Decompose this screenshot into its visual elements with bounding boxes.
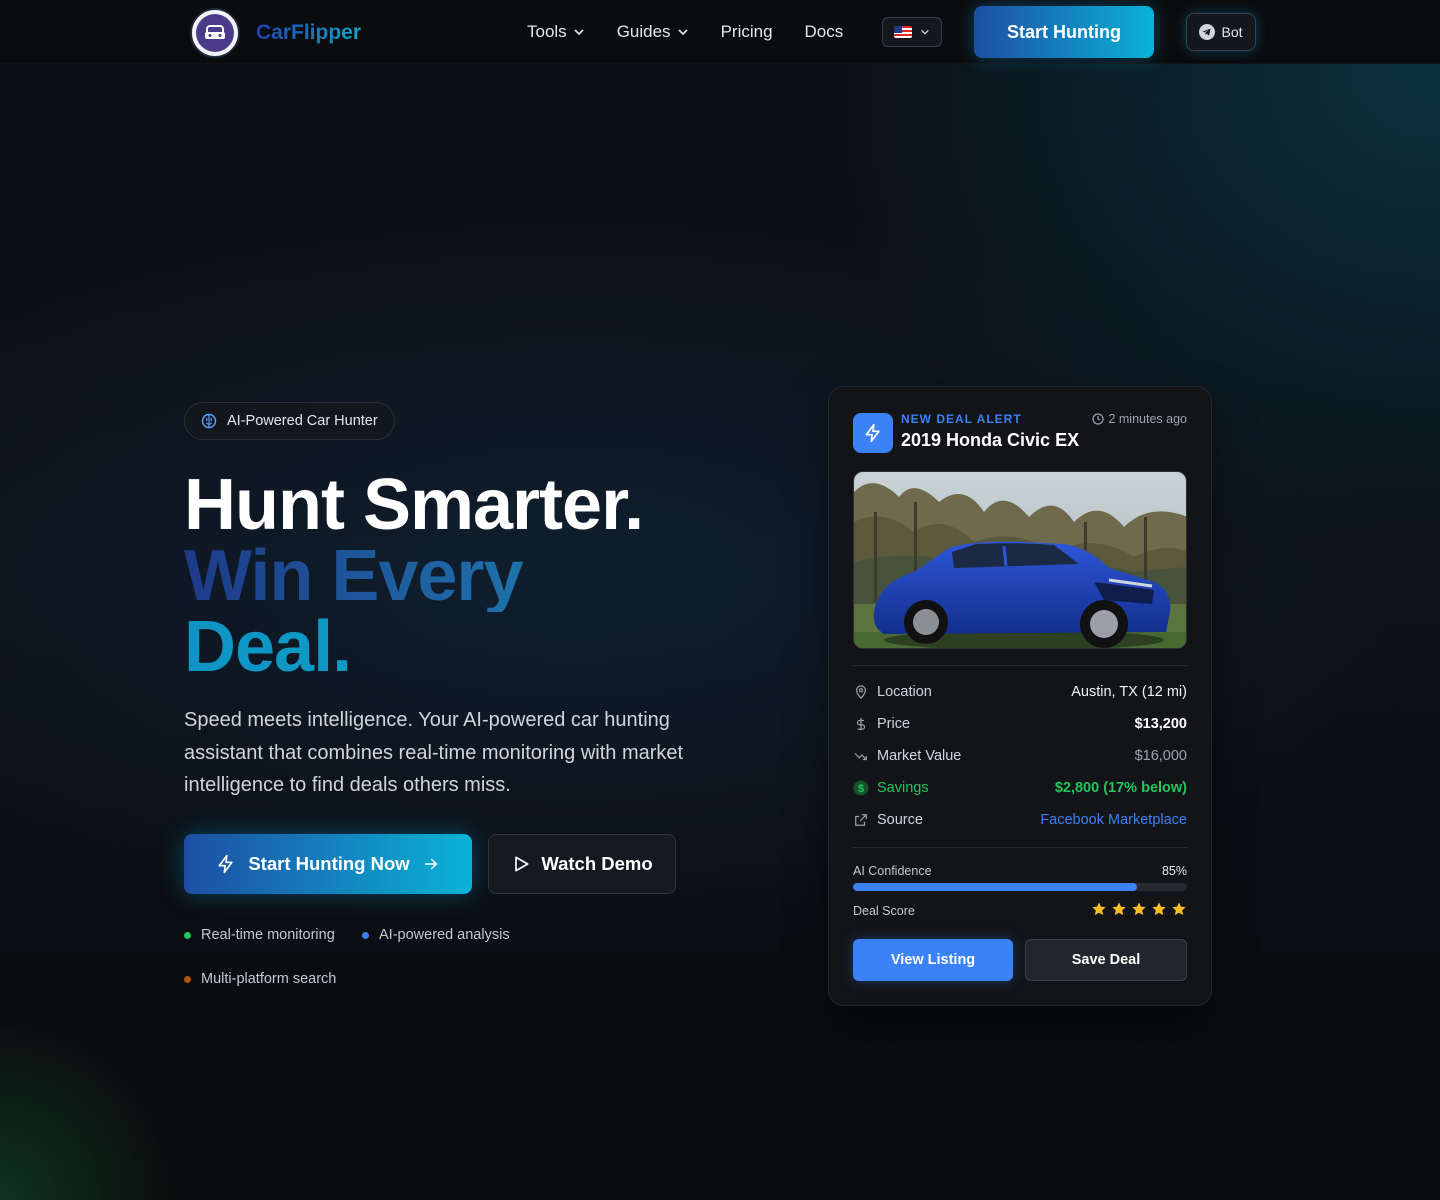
detail-row-location: Location Austin, TX (12 mi): [853, 681, 1187, 703]
nav-label: Guides: [616, 22, 671, 41]
alert-label: NEW DEAL ALERT: [901, 412, 1022, 426]
row-value: $13,200: [1134, 716, 1187, 732]
time-ago: 2 minutes ago: [1092, 412, 1187, 426]
watch-demo-button[interactable]: Watch Demo: [488, 834, 676, 894]
external-link-icon: [853, 813, 869, 827]
chevron-down-icon: [921, 29, 929, 35]
row-label: Source: [877, 812, 923, 828]
lightning-icon: [218, 854, 233, 874]
row-label: Price: [877, 716, 911, 732]
headline-line-2: Win Every: [184, 540, 643, 612]
detail-row-source: Source Facebook Marketplace: [853, 809, 1187, 831]
chevron-down-icon: [677, 29, 688, 36]
row-label: Market Value: [877, 748, 962, 764]
star-icon: [1152, 902, 1166, 916]
arrow-right-icon: [424, 858, 437, 870]
start-hunting-button[interactable]: Start Hunting: [974, 6, 1154, 58]
row-value: Austin, TX (12 mi): [1071, 684, 1187, 700]
detail-row-price: Price $13,200: [853, 713, 1187, 735]
svg-text:$: $: [858, 783, 864, 795]
detail-row-market-value: Market Value $16,000: [853, 745, 1187, 767]
badge-label: AI-Powered Car Hunter: [227, 413, 378, 429]
lightning-icon: [853, 413, 893, 453]
status-dot: [362, 931, 369, 939]
confidence-bar: [853, 883, 1187, 891]
feature-item: Multi-platform search: [184, 971, 336, 987]
cta-secondary-label: Watch Demo: [541, 853, 653, 874]
star-icon: [1172, 902, 1186, 916]
headline-line-3: Deal.: [184, 611, 643, 683]
top-navbar: CarFlipper Tools Guides Pricing Docs Sta…: [0, 0, 1440, 64]
feature-label: Real-time monitoring: [201, 927, 335, 943]
hero-headline: Hunt Smarter. Win Every Deal.: [184, 465, 644, 683]
feature-label: AI-powered analysis: [379, 927, 510, 943]
row-label: Location: [877, 684, 932, 700]
time-ago-label: 2 minutes ago: [1108, 412, 1187, 426]
row-value: $16,000: [1134, 748, 1187, 764]
row-label: Savings: [877, 780, 929, 796]
savings-icon: $: [853, 780, 869, 796]
trending-down-icon: [853, 749, 869, 763]
status-dot: [184, 975, 191, 983]
cta-primary-label: Start Hunting Now: [248, 853, 410, 874]
deal-title: 2019 Honda Civic EX: [901, 430, 1080, 450]
telegram-bot-button[interactable]: Bot: [1186, 13, 1256, 51]
deal-score-label: Deal Score: [853, 904, 915, 918]
car-photo[interactable]: [853, 471, 1187, 649]
feature-item: AI-powered analysis: [362, 927, 510, 943]
nav-label: Tools: [527, 22, 567, 41]
row-value: $2,800 (17% below): [1054, 780, 1187, 796]
nav-pricing[interactable]: Pricing: [721, 22, 773, 42]
language-selector[interactable]: [882, 17, 942, 47]
brand-name: CarFlipper: [256, 21, 362, 44]
view-listing-button[interactable]: View Listing: [853, 939, 1013, 981]
confidence-bar-fill: [853, 883, 1137, 891]
nav-docs[interactable]: Docs: [805, 22, 844, 42]
play-icon: [515, 856, 529, 872]
star-icon: [1092, 902, 1106, 916]
telegram-icon: [1199, 24, 1216, 40]
car-logo-icon: [190, 8, 240, 58]
map-pin-icon: [853, 685, 869, 699]
save-deal-button[interactable]: Save Deal: [1025, 939, 1187, 981]
confidence-value: 85%: [1161, 864, 1187, 878]
us-flag-icon: [894, 26, 912, 38]
deal-score-stars: [1091, 901, 1187, 917]
clock-icon: [1092, 413, 1105, 425]
star-icon: [1112, 902, 1126, 916]
chevron-down-icon: [574, 29, 584, 36]
bot-label: Bot: [1221, 24, 1243, 40]
start-hunting-now-button[interactable]: Start Hunting Now: [184, 834, 472, 894]
star-icon: [1132, 902, 1146, 916]
brand-logo[interactable]: CarFlipper: [190, 8, 361, 58]
hero-subtitle: Speed meets intelligence. Your AI-powere…: [184, 709, 684, 796]
main-nav: Tools Guides Pricing Docs: [527, 0, 875, 64]
feature-label: Multi-platform search: [201, 971, 337, 987]
hero-badge: AI-Powered Car Hunter: [184, 402, 395, 440]
brain-icon: [201, 413, 217, 429]
headline-line-1: Hunt Smarter.: [184, 465, 644, 545]
dollar-icon: [853, 717, 869, 731]
detail-row-savings: $ Savings $2,800 (17% below): [853, 777, 1187, 799]
nav-label: Pricing: [720, 22, 773, 41]
card-divider: [853, 847, 1187, 848]
feature-item: Real-time monitoring: [184, 927, 335, 943]
confidence-label: AI Confidence: [853, 864, 932, 878]
nav-guides[interactable]: Guides: [617, 22, 689, 42]
source-link[interactable]: Facebook Marketplace: [1040, 812, 1187, 828]
status-dot: [184, 931, 191, 939]
deal-alert-card: NEW DEAL ALERT 2019 Honda Civic EX 2 min…: [828, 386, 1212, 1006]
card-divider: [853, 665, 1187, 666]
nav-tools[interactable]: Tools: [527, 22, 585, 42]
nav-label: Docs: [804, 22, 844, 41]
